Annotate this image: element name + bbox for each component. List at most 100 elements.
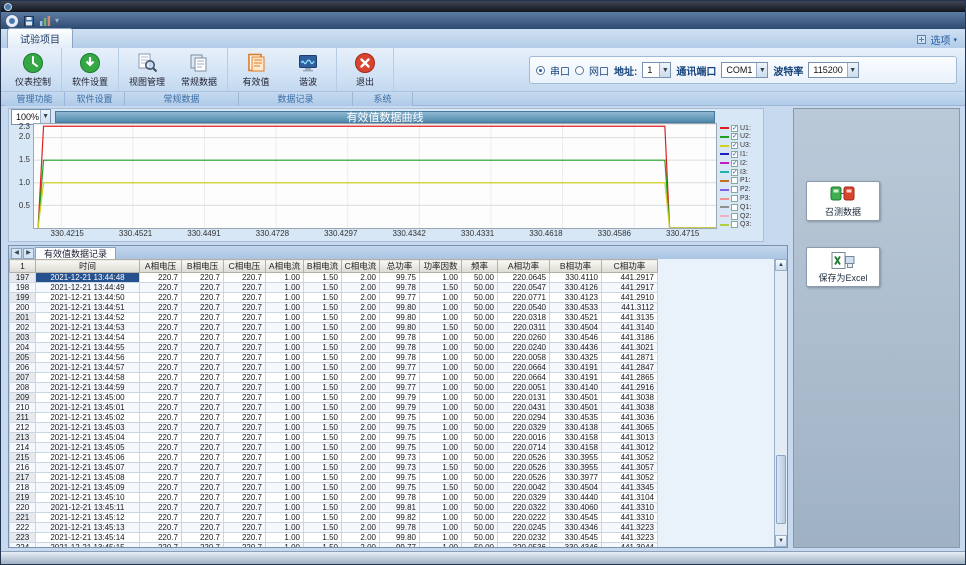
table-row[interactable]: 2162021-12-21 13:45:07220.7220.7220.71.0… xyxy=(10,463,658,473)
legend-checkbox[interactable] xyxy=(731,195,738,202)
address-select[interactable]: 1▼ xyxy=(642,62,671,78)
options-button[interactable]: 选项 ▾ xyxy=(916,32,957,47)
legend-checkbox[interactable] xyxy=(731,186,738,193)
table-row[interactable]: 2242021-12-21 13:45:15220.7220.7220.71.0… xyxy=(10,543,658,548)
ribbon-button-normal-data[interactable]: 常规数据 xyxy=(174,50,224,90)
chart-quick-icon[interactable] xyxy=(39,15,51,27)
table-row[interactable]: 2232021-12-21 13:45:14220.7220.7220.71.0… xyxy=(10,533,658,543)
tab-rms-data-record[interactable]: 有效值数据记录 xyxy=(35,247,116,259)
table-cell: 1.50 xyxy=(304,383,342,393)
table-row[interactable]: 1992021-12-21 13:44:50220.7220.7220.71.0… xyxy=(10,293,658,303)
legend-checkbox[interactable] xyxy=(731,221,738,228)
table-row[interactable]: 2022021-12-21 13:44:53220.7220.7220.71.0… xyxy=(10,323,658,333)
table-row[interactable]: 2042021-12-21 13:44:55220.7220.7220.71.0… xyxy=(10,343,658,353)
table-row[interactable]: 2132021-12-21 13:45:04220.7220.7220.71.0… xyxy=(10,433,658,443)
chart-svg xyxy=(34,124,716,228)
dropdown-icon[interactable]: ▾ xyxy=(55,16,59,25)
table-row[interactable]: 2082021-12-21 13:44:59220.7220.7220.71.0… xyxy=(10,383,658,393)
column-header[interactable]: A相功率 xyxy=(498,260,550,273)
table-row[interactable]: 2062021-12-21 13:44:57220.7220.7220.71.0… xyxy=(10,363,658,373)
table-cell: 1.00 xyxy=(266,323,304,333)
app-menu-button[interactable] xyxy=(5,14,19,28)
table-row[interactable]: 2032021-12-21 13:44:54220.7220.7220.71.0… xyxy=(10,333,658,343)
table-row[interactable]: 2212021-12-21 13:45:12220.7220.7220.71.0… xyxy=(10,513,658,523)
ribbon-button-instrument-control[interactable]: 仪表控制 xyxy=(8,50,58,90)
table-row[interactable]: 2152021-12-21 13:45:06220.7220.7220.71.0… xyxy=(10,453,658,463)
legend-checkbox[interactable]: ✓ xyxy=(731,133,738,140)
table-row[interactable]: 2102021-12-21 13:45:01220.7220.7220.71.0… xyxy=(10,403,658,413)
column-header[interactable]: B相功率 xyxy=(550,260,602,273)
column-header[interactable]: B相电流 xyxy=(304,260,342,273)
table-cell: 441.3052 xyxy=(602,453,658,463)
table-cell: 50.00 xyxy=(462,353,498,363)
legend-checkbox[interactable]: ✓ xyxy=(731,125,738,132)
x-tick-label: 330.4491 xyxy=(187,229,220,238)
table-cell: 1.50 xyxy=(420,283,462,293)
legend-checkbox[interactable] xyxy=(731,204,738,211)
tab-scroll-right-icon[interactable]: ▶ xyxy=(23,248,34,259)
column-header[interactable]: C相功率 xyxy=(602,260,658,273)
table-row[interactable]: 2122021-12-21 13:45:03220.7220.7220.71.0… xyxy=(10,423,658,433)
save-icon[interactable] xyxy=(23,15,35,27)
fetch-data-button[interactable]: 召测数据 xyxy=(806,181,880,221)
row-index-cell: 199 xyxy=(10,293,36,303)
legend-checkbox[interactable]: ✓ xyxy=(731,169,738,176)
serial-radio[interactable] xyxy=(536,66,545,75)
table-cell: 220.7 xyxy=(140,503,182,513)
chart-plot-area[interactable] xyxy=(33,123,717,229)
table-row[interactable]: 2012021-12-21 13:44:52220.7220.7220.71.0… xyxy=(10,313,658,323)
legend-label: P3: xyxy=(740,195,751,202)
baud-value: 115200 xyxy=(809,65,846,75)
ribbon-button-harmonic[interactable]: 谐波 xyxy=(283,50,333,90)
table-row[interactable]: 2192021-12-21 13:45:10220.7220.7220.71.0… xyxy=(10,493,658,503)
tab-scroll-left-icon[interactable]: ◀ xyxy=(11,248,22,259)
table-row[interactable]: 2172021-12-21 13:45:08220.7220.7220.71.0… xyxy=(10,473,658,483)
table-cell: 220.7 xyxy=(182,343,224,353)
scroll-up-icon[interactable]: ▲ xyxy=(775,259,787,271)
ribbon-button-exit[interactable]: 退出 xyxy=(340,50,390,90)
table-row[interactable]: 1972021-12-21 13:44:48220.7220.7220.71.0… xyxy=(10,273,658,283)
network-radio[interactable] xyxy=(575,66,584,75)
table-cell: 2021-12-21 13:44:50 xyxy=(36,293,140,303)
legend-checkbox[interactable]: ✓ xyxy=(731,151,738,158)
column-header[interactable]: 频率 xyxy=(462,260,498,273)
ribbon-button-label: 退出 xyxy=(356,75,374,88)
table-cell: 441.2865 xyxy=(602,373,658,383)
column-header[interactable]: A相电流 xyxy=(266,260,304,273)
table-row[interactable]: 1982021-12-21 13:44:49220.7220.7220.71.0… xyxy=(10,283,658,293)
column-header[interactable]: 总功率 xyxy=(380,260,420,273)
legend-checkbox[interactable]: ✓ xyxy=(731,142,738,149)
baud-select[interactable]: 115200▼ xyxy=(808,62,858,78)
legend-checkbox[interactable]: ✓ xyxy=(731,160,738,167)
table-row[interactable]: 2202021-12-21 13:45:11220.7220.7220.71.0… xyxy=(10,503,658,513)
tab-test-project[interactable]: 试验项目 xyxy=(7,28,73,48)
table-row[interactable]: 2142021-12-21 13:45:05220.7220.7220.71.0… xyxy=(10,443,658,453)
table-row[interactable]: 2052021-12-21 13:44:56220.7220.7220.71.0… xyxy=(10,353,658,363)
chart-title: 有效值数据曲线 xyxy=(55,111,715,123)
ribbon-button-software-settings[interactable]: 软件设置 xyxy=(65,50,115,90)
scroll-down-icon[interactable]: ▼ xyxy=(775,535,787,547)
column-header[interactable]: C相电流 xyxy=(342,260,380,273)
table-row[interactable]: 2182021-12-21 13:45:09220.7220.7220.71.0… xyxy=(10,483,658,493)
legend-checkbox[interactable] xyxy=(731,177,738,184)
table-row[interactable]: 2072021-12-21 13:44:58220.7220.7220.71.0… xyxy=(10,373,658,383)
column-header[interactable]: 1 xyxy=(10,260,36,273)
table-cell: 330.4504 xyxy=(550,483,602,493)
table-row[interactable]: 2002021-12-21 13:44:51220.7220.7220.71.0… xyxy=(10,303,658,313)
column-header[interactable]: 时间 xyxy=(36,260,140,273)
save-excel-button[interactable]: 保存为Excel xyxy=(806,247,880,287)
vertical-scrollbar[interactable]: ▲ ▼ xyxy=(774,259,787,547)
ribbon-button-rms-value[interactable]: 有效值 xyxy=(231,50,281,90)
column-header[interactable]: B相电压 xyxy=(182,260,224,273)
column-header[interactable]: A相电压 xyxy=(140,260,182,273)
port-select[interactable]: COM1▼ xyxy=(721,62,768,78)
table-cell: 2.00 xyxy=(342,313,380,323)
ribbon-button-view-manage[interactable]: 视图管理 xyxy=(122,50,172,90)
table-row[interactable]: 2092021-12-21 13:45:00220.7220.7220.71.0… xyxy=(10,393,658,403)
table-row[interactable]: 2222021-12-21 13:45:13220.7220.7220.71.0… xyxy=(10,523,658,533)
table-row[interactable]: 2112021-12-21 13:45:02220.7220.7220.71.0… xyxy=(10,413,658,423)
column-header[interactable]: C相电压 xyxy=(224,260,266,273)
scrollbar-thumb[interactable] xyxy=(776,455,786,524)
legend-checkbox[interactable] xyxy=(731,213,738,220)
column-header[interactable]: 功率因数 xyxy=(420,260,462,273)
